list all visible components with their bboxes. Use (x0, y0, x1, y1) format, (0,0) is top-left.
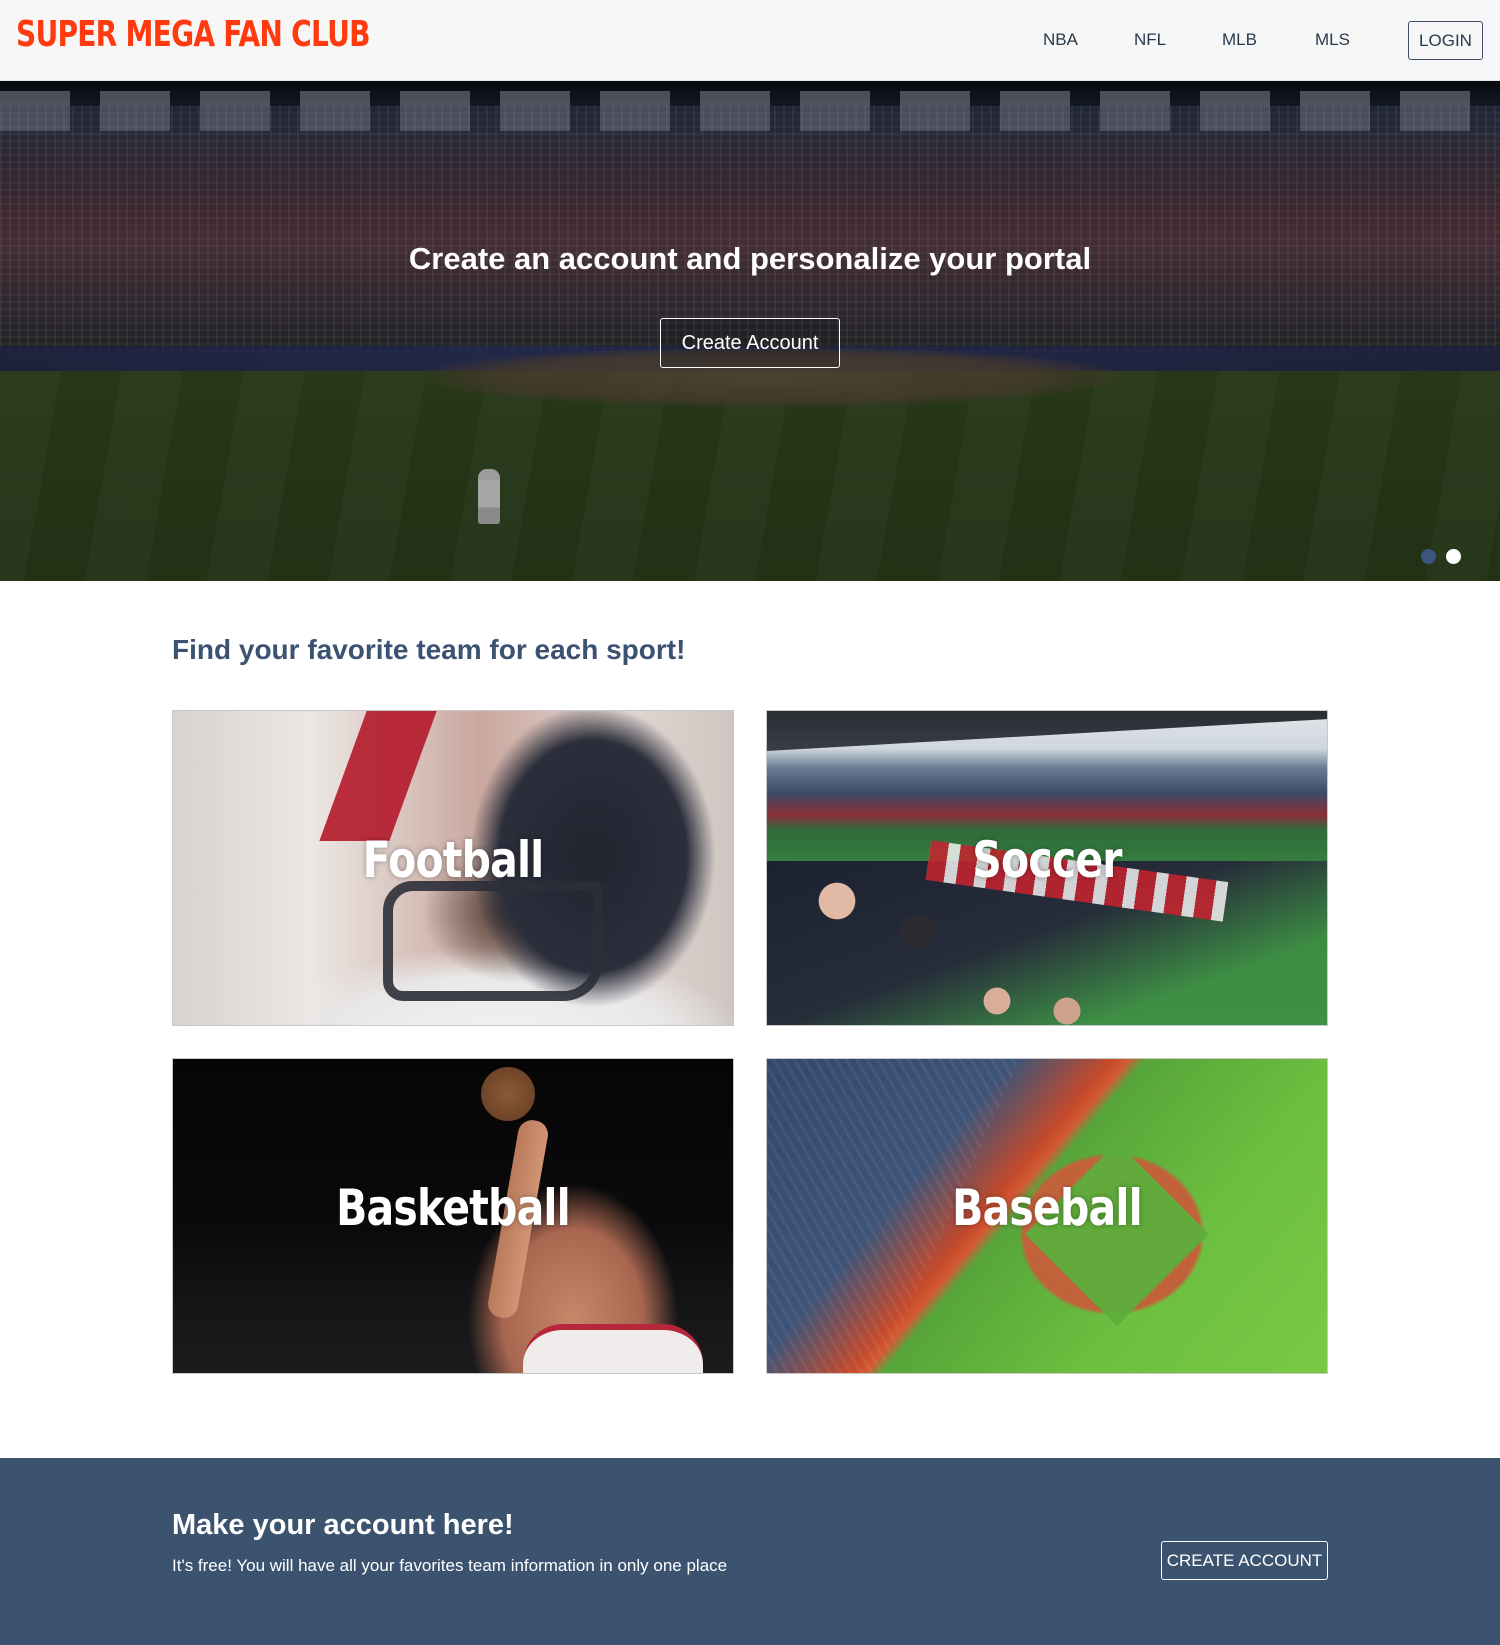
carousel-dot-2-active[interactable] (1446, 549, 1461, 564)
nav-link-nfl[interactable]: NFL (1134, 30, 1166, 50)
login-button[interactable]: LOGIN (1408, 21, 1483, 60)
football-helmet-image (319, 711, 437, 841)
top-navbar: SUPER MEGA FAN CLUB NBA NFL MLB MLS LOGI… (0, 0, 1500, 81)
facemask-image (383, 881, 603, 1001)
hero-title: Create an account and personalize your p… (408, 241, 1092, 276)
nav-link-nba[interactable]: NBA (1043, 30, 1078, 50)
hero-carousel: Create an account and personalize your p… (0, 81, 1500, 581)
sport-card-label: Football (362, 831, 545, 889)
sport-card-label: Baseball (952, 1179, 1143, 1237)
nav-link-mlb[interactable]: MLB (1222, 30, 1257, 50)
sport-card-soccer[interactable]: Soccer (766, 710, 1328, 1026)
player-jersey-image (523, 1324, 703, 1373)
carousel-dot-1[interactable] (1421, 549, 1436, 564)
sport-card-basketball[interactable]: Basketball (172, 1058, 734, 1374)
create-account-button[interactable]: CREATE ACCOUNT (1161, 1541, 1328, 1580)
nav-link-mls[interactable]: MLS (1315, 30, 1350, 50)
stadium-roof-image (767, 711, 1327, 751)
sports-section-heading: Find your favorite team for each sport! (172, 634, 686, 665)
sport-card-football[interactable]: Football (172, 710, 734, 1026)
sport-card-baseball[interactable]: Baseball (766, 1058, 1328, 1374)
site-logo[interactable]: SUPER MEGA FAN CLUB (16, 14, 370, 55)
signup-banner: Make your account here! It's free! You w… (0, 1458, 1500, 1645)
sport-card-label: Soccer (972, 831, 1122, 889)
signup-description: It's free! You will have all your favori… (172, 1556, 728, 1575)
hero-create-account-button[interactable]: Create Account (660, 318, 840, 368)
signup-title: Make your account here! (172, 1509, 514, 1541)
sport-card-label: Basketball (336, 1179, 571, 1237)
